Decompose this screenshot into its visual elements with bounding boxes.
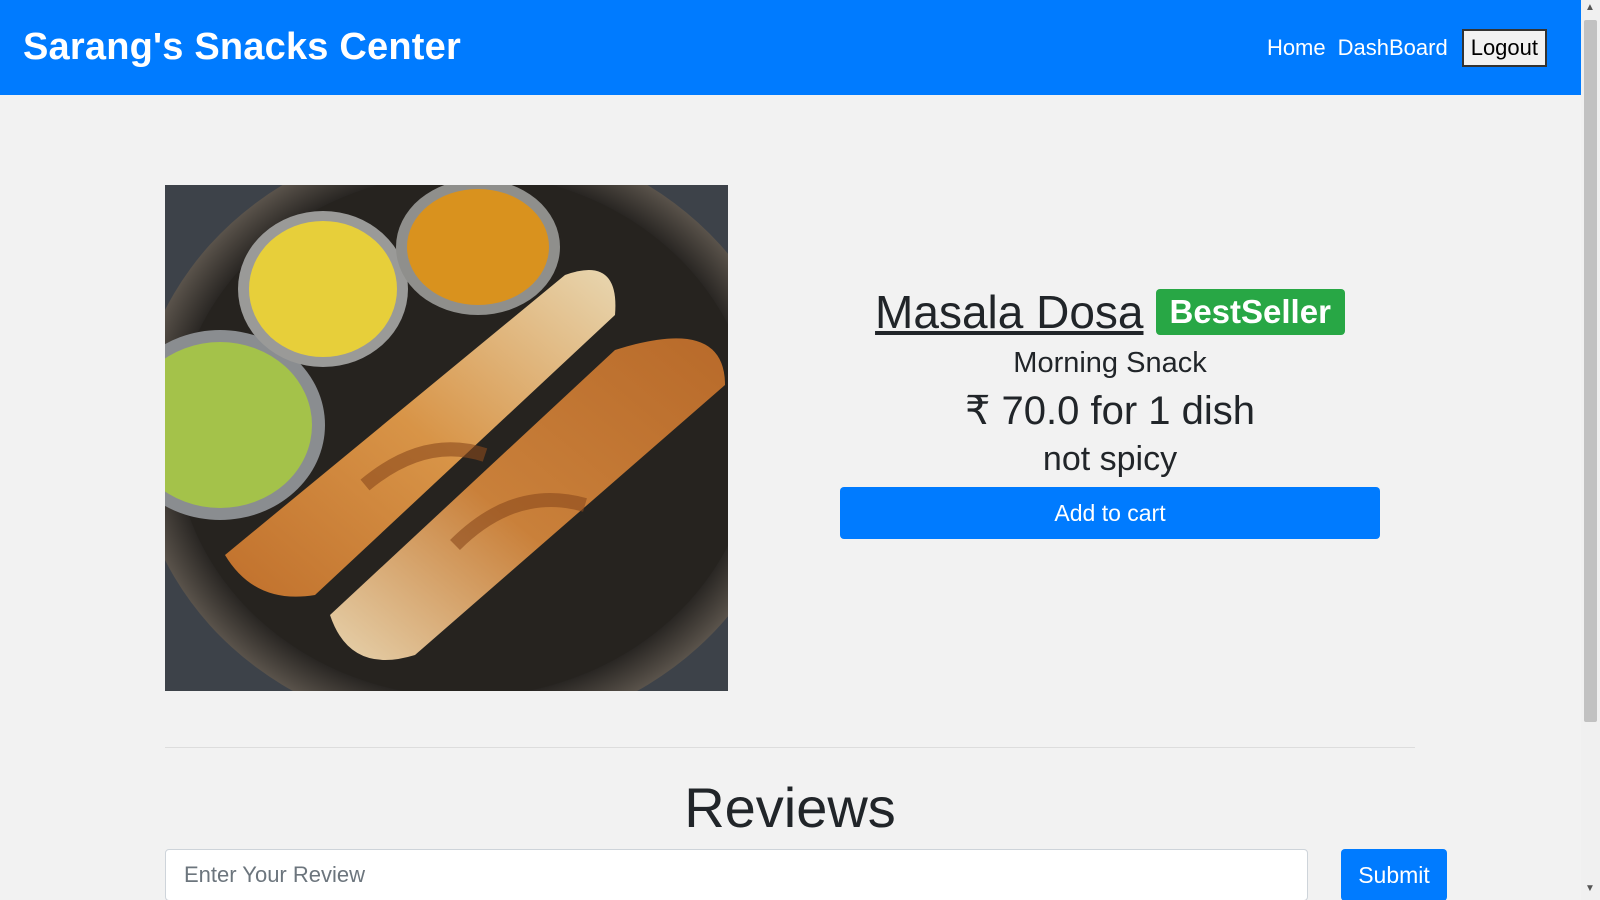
nav-links: Home DashBoard Logout (1267, 28, 1547, 67)
dish-image (165, 185, 728, 691)
bestseller-badge: BestSeller (1155, 289, 1345, 335)
add-to-cart-button[interactable]: Add to cart (840, 487, 1380, 539)
scroll-down-arrow-icon[interactable]: ▼ (1585, 883, 1595, 894)
scroll-up-arrow-icon[interactable]: ▲ (1585, 2, 1595, 13)
dish-name-link[interactable]: Masala Dosa (875, 285, 1143, 339)
product-info: Masala Dosa BestSeller Morning Snack ₹ 7… (840, 285, 1380, 539)
product-title-row: Masala Dosa BestSeller (840, 285, 1380, 339)
masala-dosa-photo-icon (165, 185, 728, 691)
reviews-heading: Reviews (684, 776, 896, 839)
submit-review-button[interactable]: Submit (1341, 849, 1447, 900)
dish-price: ₹ 70.0 for 1 dish (964, 389, 1256, 433)
vertical-scrollbar[interactable]: ▲ ▼ (1581, 0, 1600, 900)
nav-dashboard-link[interactable]: DashBoard (1338, 35, 1448, 61)
nav-home-link[interactable]: Home (1267, 35, 1326, 61)
section-divider (165, 747, 1415, 748)
brand-logo-text[interactable]: Sarang's Snacks Center (23, 26, 461, 69)
logout-button[interactable]: Logout (1461, 28, 1547, 67)
review-input[interactable] (165, 849, 1308, 900)
page: Sarang's Snacks Center Home DashBoard Lo… (0, 0, 1600, 900)
spice-level: not spicy (1042, 440, 1178, 478)
scrollbar-thumb[interactable] (1584, 20, 1597, 722)
dish-category: Morning Snack (1013, 347, 1207, 379)
navbar: Sarang's Snacks Center Home DashBoard Lo… (0, 0, 1581, 95)
